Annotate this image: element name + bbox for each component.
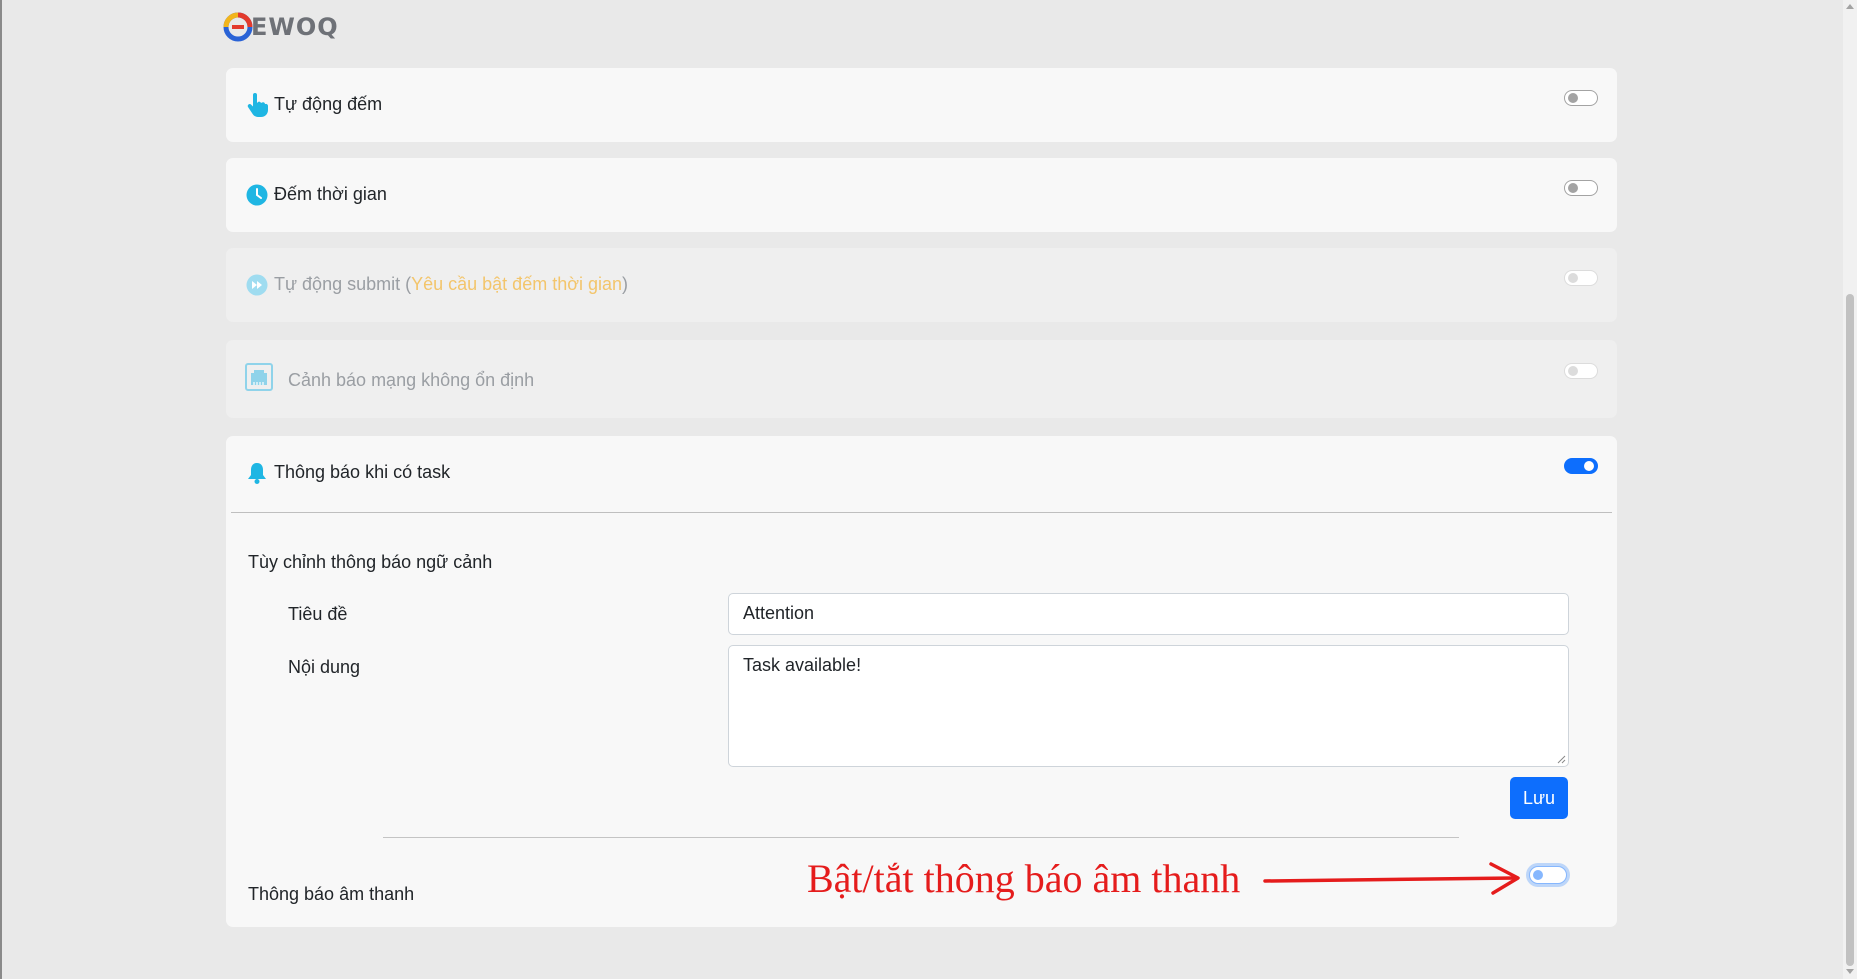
network-warning-toggle[interactable] [1564, 363, 1598, 379]
annotation-arrow-icon [1263, 862, 1520, 895]
sound-notification-toggle[interactable] [1529, 866, 1567, 884]
clock-icon [244, 182, 270, 208]
setting-card-network-warning: Cảnh báo mạng không ổn định [226, 340, 1617, 418]
sound-label: Thông báo âm thanh [248, 884, 415, 904]
setting-card-auto-count: Tự động đếm [226, 68, 1617, 142]
setting-label: Cảnh báo mạng không ổn định [288, 370, 535, 390]
scrollbar-thumb[interactable] [1846, 294, 1854, 966]
content-label: Nội dung [288, 657, 361, 677]
setting-label: Thông báo khi có task [274, 462, 451, 482]
timer-toggle[interactable] [1564, 180, 1598, 196]
logo-text: EWOQ [251, 13, 339, 41]
auto-submit-toggle[interactable] [1564, 270, 1598, 286]
setting-label: Tự động đếm [274, 94, 383, 114]
section-title: Tùy chỉnh thông báo ngữ cảnh [248, 552, 493, 572]
bell-icon [244, 460, 270, 486]
fast-forward-icon [244, 272, 270, 298]
title-input[interactable]: Attention [728, 593, 1569, 635]
task-notification-toggle[interactable] [1564, 458, 1598, 474]
hand-pointer-icon [244, 92, 270, 118]
save-button[interactable]: Lưu [1510, 777, 1568, 819]
scroll-up-icon[interactable] [1846, 4, 1854, 9]
network-port-icon [244, 362, 274, 392]
sound-divider [383, 837, 1459, 838]
title-label: Tiêu đề [288, 604, 348, 624]
resize-handle-icon[interactable] [1557, 755, 1566, 764]
ewoq-logo-icon [223, 12, 253, 42]
setting-card-timer: Đếm thời gian [226, 158, 1617, 232]
annotation-text: Bật/tắt thông báo âm thanh [807, 856, 1241, 901]
scroll-down-icon[interactable] [1846, 969, 1854, 974]
setting-label: Tự động submit (Yêu cầu bật đếm thời gia… [274, 274, 629, 294]
content-text: Task available! [743, 655, 862, 675]
card-divider [231, 512, 1612, 513]
window-edge [0, 0, 2, 979]
setting-label: Đếm thời gian [274, 184, 387, 204]
page-scrollbar[interactable] [1843, 0, 1857, 979]
setting-card-task-notification: Thông báo khi có task Tùy chỉnh thông bá… [226, 436, 1617, 927]
content-textarea[interactable]: Task available! [728, 645, 1569, 767]
auto-count-toggle[interactable] [1564, 90, 1598, 106]
requirement-note: Yêu cầu bật đếm thời gian [411, 274, 623, 294]
setting-card-auto-submit: Tự động submit (Yêu cầu bật đếm thời gia… [226, 248, 1617, 322]
ewoq-logo: EWOQ [223, 12, 339, 42]
